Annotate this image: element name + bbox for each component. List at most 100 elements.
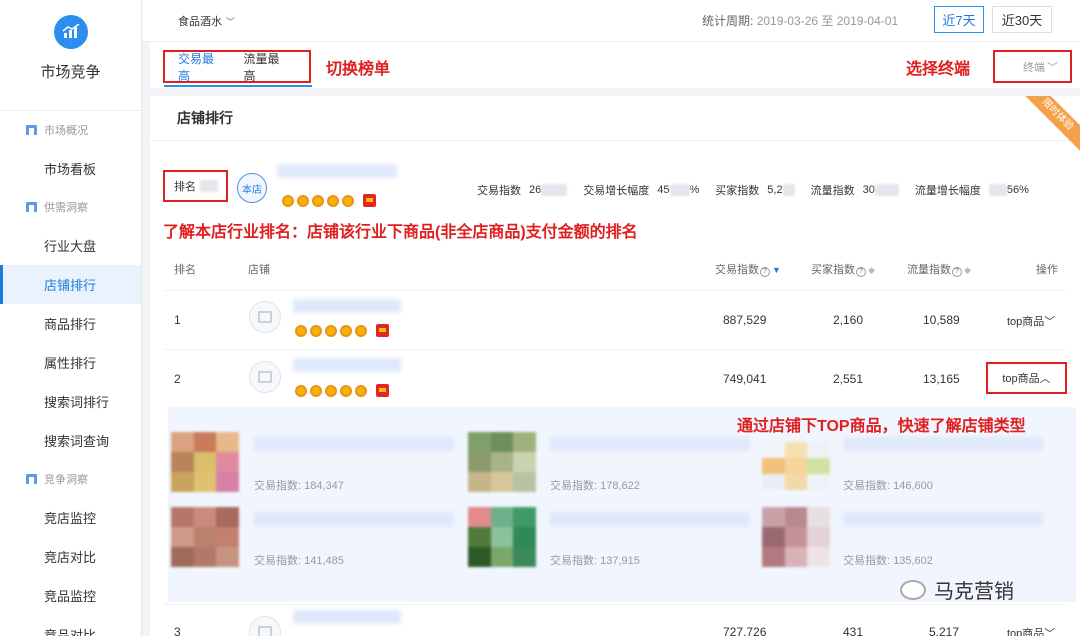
row-trade-index: 887,529 bbox=[723, 313, 767, 327]
chevron-down-icon: ﹀ bbox=[1047, 61, 1058, 74]
shop-icon bbox=[258, 626, 272, 636]
product-thumbnail[interactable] bbox=[468, 507, 536, 567]
metric-label: 流量增长幅度 bbox=[914, 185, 981, 197]
nav-group-label: 市场概况 bbox=[44, 125, 88, 137]
tab-top-traffic[interactable]: 流量最高 bbox=[244, 50, 292, 84]
column-header-traffic[interactable]: 流量指数? ◆ bbox=[907, 261, 971, 277]
row-trade-index: 727,726 bbox=[723, 625, 767, 636]
crown-star-icon bbox=[340, 384, 352, 397]
product-trade-index: 交易指数: 184,347 bbox=[254, 477, 344, 493]
product-trade-value: 137,915 bbox=[600, 555, 640, 567]
column-header-label: 交易指数 bbox=[715, 264, 759, 276]
sidebar-item-keyword-query[interactable]: 搜索词查询 bbox=[0, 421, 141, 460]
top-products-label: top商品 bbox=[1002, 373, 1040, 385]
metric-value: 30 bbox=[862, 184, 875, 196]
row-traffic-index: 5,217 bbox=[929, 625, 960, 636]
my-rank: 排名 bbox=[163, 170, 228, 202]
blurred-product-name bbox=[550, 512, 750, 526]
tab-top-trade[interactable]: 交易最高 bbox=[178, 50, 226, 84]
crown-star-icon bbox=[355, 324, 367, 337]
product-thumbnail[interactable] bbox=[171, 507, 239, 567]
store-name[interactable] bbox=[293, 610, 401, 627]
product-trade-label: 交易指数: bbox=[843, 480, 891, 492]
period-label: 统计周期: bbox=[702, 14, 754, 28]
crown-star-icon bbox=[310, 324, 322, 337]
top-products-label: top商品 bbox=[1007, 316, 1045, 328]
product-thumbnail[interactable] bbox=[762, 507, 830, 567]
metric-label: 买家指数 bbox=[715, 185, 760, 197]
product-thumbnail[interactable] bbox=[468, 432, 536, 492]
column-header-label: 买家指数 bbox=[811, 264, 855, 276]
product-thumbnail[interactable] bbox=[762, 442, 830, 490]
sidebar-item-attribute-rank[interactable]: 属性排行 bbox=[0, 343, 141, 382]
annotation-select-terminal: 选择终端 bbox=[906, 61, 971, 78]
sidebar-item-keyword-rank[interactable]: 搜索词排行 bbox=[0, 382, 141, 421]
top-products-toggle[interactable]: top商品﹀ bbox=[1007, 625, 1055, 636]
terminal-select[interactable]: 终端 ﹀ bbox=[993, 50, 1072, 83]
blurred-product-name bbox=[550, 437, 750, 451]
category-label: 食品酒水 bbox=[178, 16, 222, 28]
wechat-watermark: 马克营销 bbox=[900, 575, 1014, 604]
chevron-down-icon: ﹀ bbox=[1044, 628, 1056, 636]
store-rank-card: 店铺排行 限时体验 排名 本店 交易指数 26 交易增长幅度 45% 买家指数 5,2… bbox=[150, 96, 1080, 636]
top-products-toggle-open[interactable]: top商品 ︿ bbox=[986, 362, 1067, 394]
blurred-product-name bbox=[254, 512, 454, 526]
crown-star-icon bbox=[355, 384, 367, 397]
help-icon: ? bbox=[760, 267, 770, 277]
topbar: 食品酒水 ﹀ 统计周期: 2019-03-26 至 2019-04-01 近7天 … bbox=[142, 0, 1080, 42]
column-header-trade[interactable]: 交易指数? ▼ bbox=[715, 261, 781, 277]
tabbar: 交易最高 流量最高 切换榜单 选择终端 终端 ﹀ bbox=[150, 42, 1080, 88]
blurred-store-name bbox=[293, 358, 401, 372]
blurred-store-name bbox=[277, 164, 397, 178]
category-select[interactable]: 食品酒水 ﹀ bbox=[178, 13, 235, 29]
product-name[interactable] bbox=[843, 512, 1053, 529]
metric-traffic-growth: 流量增长幅度 56% bbox=[915, 182, 1029, 198]
row-traffic-index: 13,165 bbox=[923, 372, 960, 386]
store-name[interactable] bbox=[293, 358, 401, 375]
range-30-days-button[interactable]: 近30天 bbox=[992, 6, 1052, 33]
top-products-toggle[interactable]: top商品﹀ bbox=[1007, 313, 1055, 329]
product-trade-index: 交易指数: 141,485 bbox=[254, 552, 344, 568]
sort-icon: ◆ bbox=[964, 265, 971, 275]
wechat-icon bbox=[900, 579, 926, 600]
nav-group-supply-demand: 供需洞察 bbox=[0, 188, 141, 226]
metric-buyer-index: 买家指数 5,2 bbox=[715, 182, 795, 198]
top-products-panel: 交易指数: 184,347 交易指数: 178,622 交易指数: 146,60… bbox=[168, 407, 1076, 602]
sidebar-item-competitor-product-monitor[interactable]: 竞品监控 bbox=[0, 576, 141, 615]
product-trade-label: 交易指数: bbox=[254, 555, 302, 567]
tmall-badge-icon bbox=[376, 384, 389, 397]
metric-label: 交易指数 bbox=[477, 185, 521, 197]
product-name[interactable] bbox=[843, 437, 1053, 454]
sort-desc-icon: ▼ bbox=[772, 265, 781, 275]
product-trade-index: 交易指数: 137,915 bbox=[550, 552, 640, 568]
crown-star-icon bbox=[297, 194, 309, 207]
sidebar-item-competitor-store-compare[interactable]: 竞店对比 bbox=[0, 537, 141, 576]
range-7-days-button[interactable]: 近7天 bbox=[934, 6, 984, 33]
column-header-label: 流量指数 bbox=[907, 264, 951, 276]
tab-underline bbox=[164, 85, 312, 87]
crown-star-icon bbox=[342, 194, 354, 207]
store-rating bbox=[295, 324, 389, 337]
product-name[interactable] bbox=[550, 512, 760, 529]
store-name[interactable] bbox=[293, 299, 401, 316]
product-name[interactable] bbox=[254, 437, 464, 454]
blurred-store-name bbox=[293, 610, 401, 624]
crown-star-icon bbox=[312, 194, 324, 207]
sidebar-item-industry[interactable]: 行业大盘 bbox=[0, 226, 141, 265]
product-trade-value: 146,600 bbox=[893, 480, 933, 492]
blurred-product-name bbox=[843, 437, 1043, 451]
column-header-buyers[interactable]: 买家指数? ◆ bbox=[811, 261, 875, 277]
shop-icon bbox=[258, 371, 272, 383]
product-name[interactable] bbox=[254, 512, 464, 529]
sidebar-item-competitor-product-compare[interactable]: 竞品对比 bbox=[0, 615, 141, 636]
blurred-value bbox=[988, 184, 1007, 196]
sidebar-item-competitor-store-monitor[interactable]: 竞店监控 bbox=[0, 498, 141, 537]
metric-traffic-index: 流量指数 30 bbox=[811, 182, 899, 198]
my-rank-label: 排名 bbox=[174, 181, 196, 193]
sidebar-item-product-rank[interactable]: 商品排行 bbox=[0, 304, 141, 343]
product-name[interactable] bbox=[550, 437, 760, 454]
row-divider bbox=[164, 604, 1066, 605]
product-thumbnail[interactable] bbox=[171, 432, 239, 492]
sidebar-item-market-board[interactable]: 市场看板 bbox=[0, 149, 141, 188]
sidebar-item-store-rank[interactable]: 店铺排行 bbox=[0, 265, 141, 304]
